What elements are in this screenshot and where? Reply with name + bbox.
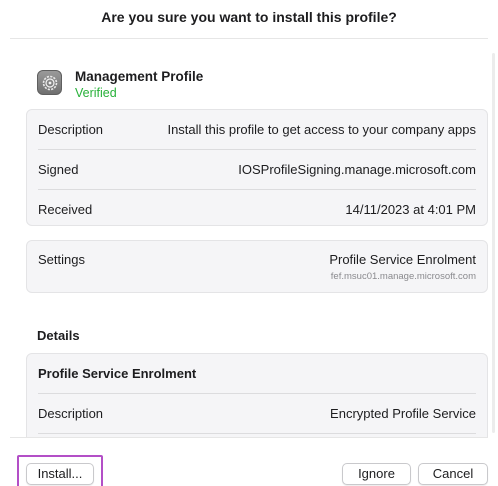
details-card: Profile Service Enrolment Description En… — [26, 353, 488, 437]
details-subheading: Profile Service Enrolment — [38, 366, 197, 381]
ignore-button[interactable]: Ignore — [342, 463, 411, 485]
signed-label: Signed — [38, 162, 79, 177]
profile-info-card: Description Install this profile to get … — [26, 109, 488, 226]
details-description-label: Description — [38, 406, 104, 421]
info-row-signed: Signed IOSProfileSigning.manage.microsof… — [27, 150, 487, 190]
settings-card: Settings Profile Service Enrolment fef.m… — [26, 240, 488, 293]
dialog-title: Are you sure you want to install this pr… — [101, 9, 397, 25]
settings-label: Settings — [38, 252, 85, 267]
verified-status: Verified — [75, 86, 117, 100]
info-row-received: Received 14/11/2023 at 4:01 PM — [27, 190, 487, 230]
settings-gear-icon — [37, 70, 62, 95]
details-heading: Details — [37, 328, 80, 343]
cancel-button[interactable]: Cancel — [418, 463, 488, 485]
install-button[interactable]: Install... — [26, 463, 94, 485]
details-subheading-row: Profile Service Enrolment — [27, 354, 487, 394]
received-label: Received — [38, 202, 93, 217]
received-value: 14/11/2023 at 4:01 PM — [345, 202, 476, 217]
footer-divider — [10, 437, 488, 438]
profile-name: Management Profile — [75, 69, 204, 84]
settings-value: Profile Service Enrolment — [329, 252, 476, 267]
profile-scroll-area[interactable]: Management Profile Verified Description … — [0, 39, 498, 437]
settings-subvalue: fef.msuc01.manage.microsoft.com — [330, 271, 476, 282]
details-row-description: Description Encrypted Profile Service — [27, 394, 487, 434]
signed-value: IOSProfileSigning.manage.microsoft.com — [238, 162, 476, 177]
description-value: Install this profile to get access to yo… — [167, 122, 476, 137]
row-divider — [38, 433, 476, 434]
details-description-value: Encrypted Profile Service — [330, 406, 476, 421]
profile-header: Management Profile Verified — [26, 52, 488, 112]
description-label: Description — [38, 122, 104, 137]
scrollbar[interactable] — [492, 53, 495, 433]
info-row-description: Description Install this profile to get … — [27, 110, 487, 150]
